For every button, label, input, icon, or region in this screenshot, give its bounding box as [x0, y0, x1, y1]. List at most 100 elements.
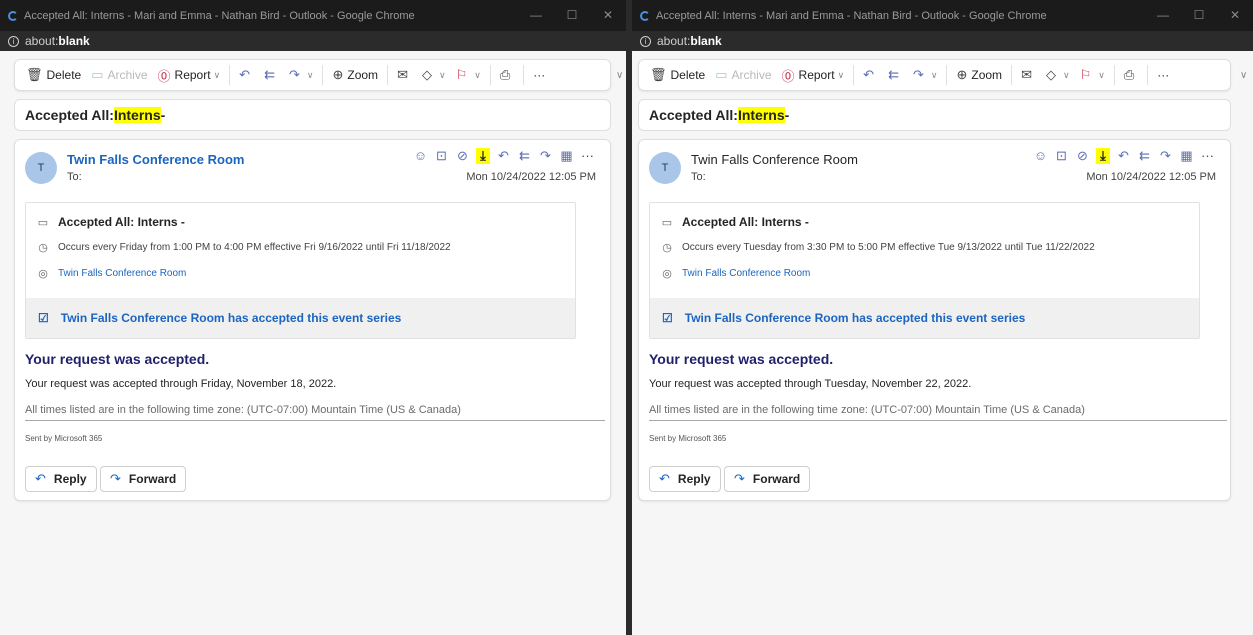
forward-button[interactable]: ↷ ∨ — [908, 63, 943, 87]
categorize-button[interactable]: ◇ ∨ — [417, 63, 451, 87]
chevron-down-icon[interactable]: ∨ — [1240, 70, 1247, 81]
chevron-down-icon: ∨ — [837, 69, 845, 80]
forward-button[interactable]: ↷ Forward — [724, 466, 811, 492]
flag-icon: ⚐ — [455, 67, 468, 82]
sender-name[interactable]: Twin Falls Conference Room — [67, 152, 244, 167]
forward-icon[interactable]: ↷ — [535, 148, 556, 164]
delete-label: Delete — [670, 68, 706, 82]
accepted-banner: ☑ Twin Falls Conference Room has accepted… — [26, 298, 575, 338]
maximize-icon[interactable]: ☐ — [554, 0, 590, 31]
address-bar[interactable]: i about: blank — [632, 31, 1253, 51]
categorize-button[interactable]: ◇ ∨ — [1041, 63, 1075, 87]
invite-location-link[interactable]: Twin Falls Conference Room — [682, 268, 810, 279]
print-button[interactable]: ⎙ — [495, 63, 519, 87]
zoom-button[interactable]: ⊕ Zoom — [951, 63, 1007, 87]
emoji-icon[interactable]: ☺ — [410, 148, 431, 164]
flag-button[interactable]: ⚐ ∨ — [451, 63, 486, 87]
toolbar-divider — [322, 65, 324, 85]
maximize-icon[interactable]: ☐ — [1181, 0, 1217, 31]
mark-read-button[interactable]: ✉ — [1016, 63, 1041, 87]
forward-button[interactable]: ↷ Forward — [100, 466, 187, 492]
move-icon[interactable]: ⊡ — [431, 148, 452, 164]
apps-icon[interactable]: ▦ — [1176, 148, 1197, 164]
delete-button[interactable]: 🗑 Delete — [21, 63, 86, 87]
forward-icon: ↷ — [734, 471, 745, 486]
subject-highlight: Interns — [737, 107, 785, 123]
reply-icon: ↶ — [863, 67, 875, 82]
avatar[interactable]: T — [649, 152, 681, 184]
accepted-banner: ☑ Twin Falls Conference Room has accepted… — [650, 298, 1199, 338]
reply-all-icon: ⇇ — [264, 67, 275, 82]
forward-icon[interactable]: ↷ — [1155, 148, 1176, 164]
zoom-button[interactable]: ⊕ Zoom — [327, 63, 383, 87]
mark-read-button[interactable]: ✉ — [392, 63, 417, 87]
more-icon[interactable]: ··· — [577, 148, 598, 164]
invite-title: Accepted All: Interns - — [682, 215, 809, 229]
close-icon[interactable]: ✕ — [1217, 0, 1253, 31]
print-icon: ⎙ — [499, 67, 511, 82]
download-icon[interactable]: ⤓ — [476, 148, 490, 164]
reply-icon[interactable]: ↶ — [1113, 148, 1134, 164]
reply-all-icon[interactable]: ⇇ — [514, 148, 535, 164]
more-icon[interactable]: ··· — [1197, 148, 1218, 164]
more-actions-button[interactable]: ··· — [1152, 63, 1174, 87]
sender-name[interactable]: Twin Falls Conference Room — [691, 152, 858, 167]
report-button[interactable]: ⓪ Report ∨ — [777, 63, 850, 87]
reply-all-icon: ⇇ — [888, 67, 899, 82]
avatar[interactable]: T — [25, 152, 57, 184]
emoji-icon[interactable]: ☺ — [1030, 148, 1051, 164]
window-controls: — ☐ ✕ — [1145, 0, 1253, 31]
toolbar-divider — [853, 65, 855, 85]
reply-all-button[interactable]: ⇇ — [883, 63, 908, 87]
minimize-icon[interactable]: — — [1145, 0, 1181, 31]
read-icon: ✉ — [397, 67, 408, 82]
minimize-icon[interactable]: — — [518, 0, 554, 31]
archive-button[interactable]: ▭ Archive — [710, 63, 776, 87]
timezone-text: All times listed are in the following ti… — [25, 404, 605, 421]
archive-button[interactable]: ▭ Archive — [86, 63, 152, 87]
reply-label: Reply — [53, 472, 87, 486]
report-label: Report — [798, 68, 835, 82]
window-title: Accepted All: Interns - Mari and Emma - … — [656, 9, 1047, 22]
report-icon: ⓪ — [781, 68, 795, 84]
chevron-down-icon[interactable]: ∨ — [616, 70, 623, 81]
info-icon[interactable]: i — [8, 35, 19, 47]
address-bar[interactable]: i about: blank — [0, 31, 626, 51]
tag-icon[interactable]: ⊘ — [452, 148, 473, 164]
print-button[interactable]: ⎙ — [1119, 63, 1143, 87]
forward-icon: ↷ — [110, 471, 121, 486]
reply-all-button[interactable]: ⇇ — [259, 63, 284, 87]
reply-icon: ↶ — [35, 471, 46, 486]
info-icon[interactable]: i — [640, 35, 651, 47]
reply-button[interactable]: ↶ Reply — [649, 466, 721, 492]
to-label: To: — [691, 171, 706, 183]
reply-icon: ↶ — [239, 67, 251, 82]
subject-suffix: - — [784, 107, 790, 123]
message-actions: ☺ ⊡ ⊘ ⤓ ↶ ⇇ ↷ ▦ ··· — [1030, 148, 1218, 164]
subject-suffix: - — [160, 107, 166, 123]
invite-recurrence: Occurs every Tuesday from 3:30 PM to 5:0… — [682, 242, 1095, 253]
report-button[interactable]: ⓪ Report ∨ — [153, 63, 226, 87]
close-icon[interactable]: ✕ — [590, 0, 626, 31]
invite-location-link[interactable]: Twin Falls Conference Room — [58, 268, 186, 279]
forward-button[interactable]: ↷ ∨ — [284, 63, 319, 87]
loading-spinner-icon — [8, 10, 18, 21]
apps-icon[interactable]: ▦ — [556, 148, 577, 164]
more-actions-button[interactable]: ··· — [528, 63, 550, 87]
reply-button[interactable]: ↶ Reply — [25, 466, 97, 492]
reply-icon[interactable]: ↶ — [493, 148, 514, 164]
address-prefix: about: — [657, 34, 691, 48]
delete-button[interactable]: 🗑 Delete — [645, 63, 710, 87]
reply-button[interactable]: ↶ — [234, 63, 259, 87]
move-icon[interactable]: ⊡ — [1051, 148, 1072, 164]
window-title: Accepted All: Interns - Mari and Emma - … — [24, 9, 415, 22]
toolbar-divider — [387, 65, 389, 85]
report-label: Report — [174, 68, 211, 82]
reply-button[interactable]: ↶ — [858, 63, 883, 87]
command-toolbar: 🗑 Delete ▭ Archive ⓪ Report ∨ ↶ ⇇ ↷ ∨ ⊕ Zoom ✉… — [638, 59, 1231, 91]
tag-icon[interactable]: ⊘ — [1072, 148, 1093, 164]
reply-all-icon[interactable]: ⇇ — [1134, 148, 1155, 164]
download-icon[interactable]: ⤓ — [1096, 148, 1110, 164]
flag-button[interactable]: ⚐ ∨ — [1075, 63, 1110, 87]
to-label: To: — [67, 171, 82, 183]
